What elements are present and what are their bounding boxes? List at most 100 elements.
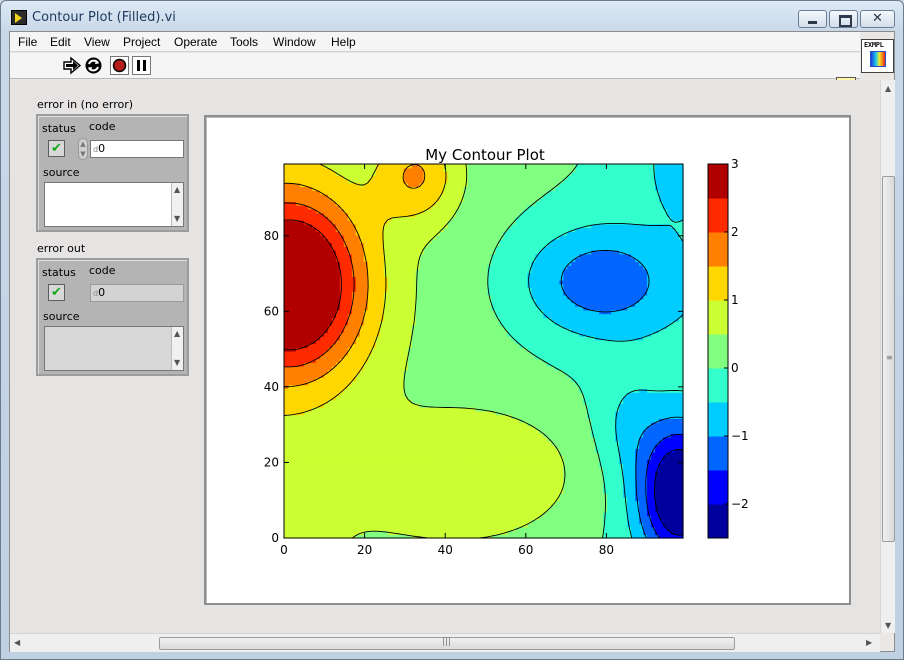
contour-cell: [379, 448, 385, 453]
contour-cell: [479, 455, 485, 461]
contour-cell: [491, 362, 497, 367]
contour-cell: [375, 392, 381, 397]
menu-help[interactable]: Help: [331, 35, 356, 49]
contour-cell: [295, 444, 301, 449]
error-in-status-checkbox[interactable]: ✔: [48, 140, 65, 157]
contour-cell: [523, 493, 528, 498]
contour-cell: [487, 422, 493, 427]
contour-cell: [459, 380, 465, 386]
menu-view[interactable]: View: [84, 35, 110, 49]
contour-cell: [643, 459, 648, 464]
contour-cell: [359, 358, 365, 363]
contour-cell: [339, 351, 345, 356]
contour-cell: [427, 523, 433, 528]
contour-cell: [284, 351, 289, 356]
scroll-down-icon[interactable]: ▼: [174, 358, 180, 367]
contour-cell: [519, 466, 524, 472]
contour-cell: [471, 459, 477, 464]
contour-cell: [311, 515, 317, 520]
contour-cell: [295, 407, 301, 412]
contour-cell: [455, 493, 461, 498]
contour-cell: [483, 440, 489, 446]
contour-cell: [323, 459, 329, 464]
title-bar[interactable]: Contour Plot (Filled).vi: [1, 1, 903, 33]
run-arrow-icon[interactable]: [63, 56, 82, 75]
error-in-code-input[interactable]: d0: [90, 140, 184, 158]
contour-cell: [631, 425, 636, 431]
contour-cell: [387, 444, 393, 449]
contour-cell: [659, 399, 664, 404]
scroll-up-icon[interactable]: ▲: [174, 185, 180, 194]
contour-cell: [491, 380, 497, 386]
contour-cell: [399, 523, 405, 528]
contour-cell: [351, 478, 357, 483]
contour-cell: [371, 504, 377, 509]
contour-cell: [507, 418, 513, 423]
contour-cell: [331, 478, 337, 483]
contour-cell: [287, 451, 293, 457]
contour-cell: [651, 418, 656, 423]
contour-cell: [343, 463, 349, 468]
contour-cell: [443, 451, 449, 457]
contour-cell: [579, 455, 584, 461]
contour-cell: [371, 500, 377, 505]
error-in-code-increment[interactable]: ▲ ▼: [78, 138, 88, 160]
contour-cell: [423, 448, 429, 453]
contour-cell: [671, 508, 676, 513]
abort-execution-icon[interactable]: [110, 56, 129, 75]
contour-cell: [375, 496, 381, 502]
scroll-up-icon[interactable]: ▲: [174, 329, 180, 338]
contour-cell: [451, 440, 457, 446]
contour-cell: [603, 373, 608, 378]
scroll-down-icon[interactable]: ▼: [174, 214, 180, 223]
contour-cell: [307, 508, 313, 513]
contour-cell: [611, 459, 616, 464]
contour-cell: [447, 380, 453, 386]
contour-cell: [471, 395, 477, 401]
contour-cell: [415, 444, 421, 449]
contour-cell: [491, 508, 497, 513]
pause-icon[interactable]: [132, 56, 151, 75]
menu-project[interactable]: Project: [123, 35, 160, 49]
contour-cell: [455, 463, 461, 468]
contour-cell: [595, 504, 600, 509]
menu-tools[interactable]: Tools: [230, 35, 258, 49]
contour-cell: [383, 448, 389, 453]
contour-cell: [379, 425, 385, 431]
menu-operate[interactable]: Operate: [174, 35, 217, 49]
contour-cell: [427, 418, 433, 423]
contour-cell: [383, 377, 389, 382]
contour-cell: [299, 354, 305, 360]
maximize-button[interactable]: [829, 10, 858, 28]
menu-edit[interactable]: Edit: [50, 35, 71, 49]
error-out-source-scrollbar[interactable]: ▲ ▼: [171, 327, 183, 370]
error-in-source-scrollbar[interactable]: ▲ ▼: [171, 183, 183, 226]
contour-cell: [543, 466, 548, 472]
close-button[interactable]: [860, 10, 895, 28]
contour-cell: [535, 489, 540, 494]
contour-cell: [343, 470, 349, 476]
vi-connector-icon[interactable]: EXMPL: [861, 39, 894, 73]
contour-cell: [575, 504, 580, 509]
contour-cell: [323, 377, 329, 382]
menu-file[interactable]: File: [18, 35, 37, 49]
contour-cell: [284, 463, 289, 468]
contour-cell: [519, 384, 524, 389]
error-in-source-input[interactable]: ▲ ▼: [44, 182, 184, 227]
contour-cell: [387, 448, 393, 453]
contour-cell: [315, 523, 321, 528]
contour-cell: [284, 407, 289, 412]
run-continuously-icon[interactable]: [84, 56, 103, 75]
contour-cell: [355, 354, 361, 360]
contour-cell: [591, 392, 596, 397]
contour-cell: [423, 373, 429, 378]
contour-cell: [675, 362, 680, 367]
menu-window[interactable]: Window: [273, 35, 316, 49]
contour-cell: [391, 455, 397, 461]
contour-cell: [511, 418, 517, 423]
contour-cell: [287, 496, 293, 502]
picture-control[interactable]: My Contour Plot 0 20 40 60 80 0 20 40 60 80 3210…: [204, 115, 851, 605]
contour-cell: [507, 429, 513, 434]
contour-cell: [439, 395, 445, 401]
minimize-button[interactable]: [798, 10, 827, 28]
